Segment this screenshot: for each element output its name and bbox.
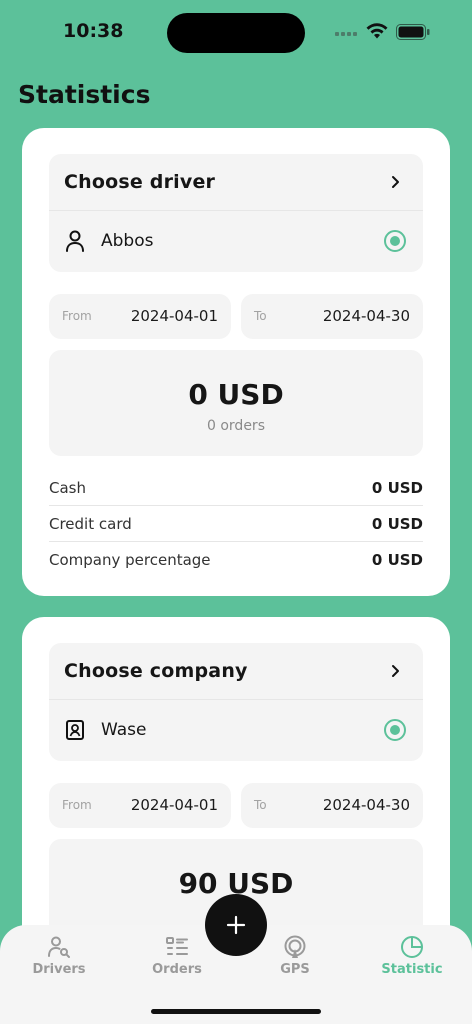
choose-company-header[interactable]: Choose company [49, 643, 423, 700]
cellular-signal-icon [335, 32, 359, 38]
date-from-value: 2024-04-01 [130, 307, 218, 325]
company-date-from[interactable]: From 2024-04-01 [49, 783, 231, 828]
plus-icon [226, 915, 246, 935]
driver-total-summary: 0 USD 0 orders [49, 350, 423, 456]
tab-label: Statistic [381, 962, 443, 977]
tab-drivers[interactable]: Drivers [9, 935, 109, 987]
breakdown-label: Credit card [49, 515, 132, 533]
driver-option[interactable]: Abbos [49, 211, 423, 272]
breakdown-row: Company percentage 0 USD [49, 542, 423, 578]
orders-list-icon [166, 937, 188, 955]
home-indicator [151, 1009, 321, 1014]
breakdown-value: 0 USD [371, 515, 423, 533]
person-icon [66, 230, 84, 252]
dynamic-island [167, 13, 305, 53]
date-from-label: From [62, 798, 92, 812]
tab-label: GPS [280, 962, 310, 977]
date-to-value: 2024-04-30 [322, 796, 410, 814]
breakdown-label: Cash [49, 479, 86, 497]
status-time: 10:38 [63, 20, 124, 42]
date-from-value: 2024-04-01 [130, 796, 218, 814]
chevron-right-icon [392, 176, 399, 188]
breakdown-row: Cash 0 USD [49, 470, 423, 506]
tab-label: Orders [152, 962, 202, 977]
tab-statistic[interactable]: Statistic [362, 935, 462, 987]
company-badge-icon [66, 720, 84, 740]
choose-driver-header[interactable]: Choose driver [49, 154, 423, 211]
date-to-label: To [254, 309, 267, 323]
page-title: Statistics [18, 80, 151, 109]
company-option[interactable]: Wase [49, 700, 423, 761]
chevron-right-icon [392, 665, 399, 677]
breakdown-row: Credit card 0 USD [49, 506, 423, 542]
orders-count: 0 orders [207, 418, 265, 434]
driver-search-icon [48, 936, 70, 958]
date-to-label: To [254, 798, 267, 812]
total-amount: 0 USD [188, 378, 284, 411]
driver-stats-card: Choose driver Abbos From 2024-04-01 To 2… [22, 128, 450, 596]
driver-date-from[interactable]: From 2024-04-01 [49, 294, 231, 339]
breakdown-value: 0 USD [371, 479, 423, 497]
company-selector: Choose company Wase [49, 643, 423, 761]
choose-driver-title: Choose driver [64, 171, 216, 193]
gps-icon [284, 935, 306, 958]
driver-date-to[interactable]: To 2024-04-30 [241, 294, 423, 339]
driver-selector: Choose driver Abbos [49, 154, 423, 272]
battery-icon [396, 24, 430, 40]
add-button[interactable] [205, 894, 267, 956]
breakdown-value: 0 USD [371, 551, 423, 569]
company-radio-selected[interactable] [384, 719, 406, 741]
date-to-value: 2024-04-30 [322, 307, 410, 325]
selected-company-name: Wase [101, 720, 147, 740]
pie-chart-icon [401, 936, 423, 958]
tab-label: Drivers [32, 962, 86, 977]
breakdown-label: Company percentage [49, 551, 211, 569]
date-from-label: From [62, 309, 92, 323]
company-date-to[interactable]: To 2024-04-30 [241, 783, 423, 828]
payment-breakdown: Cash 0 USD Credit card 0 USD Company per… [49, 470, 423, 578]
driver-radio-selected[interactable] [384, 230, 406, 252]
choose-company-title: Choose company [64, 660, 248, 682]
selected-driver-name: Abbos [101, 231, 154, 251]
wifi-icon [366, 23, 388, 39]
status-bar: 10:38 [0, 0, 472, 60]
